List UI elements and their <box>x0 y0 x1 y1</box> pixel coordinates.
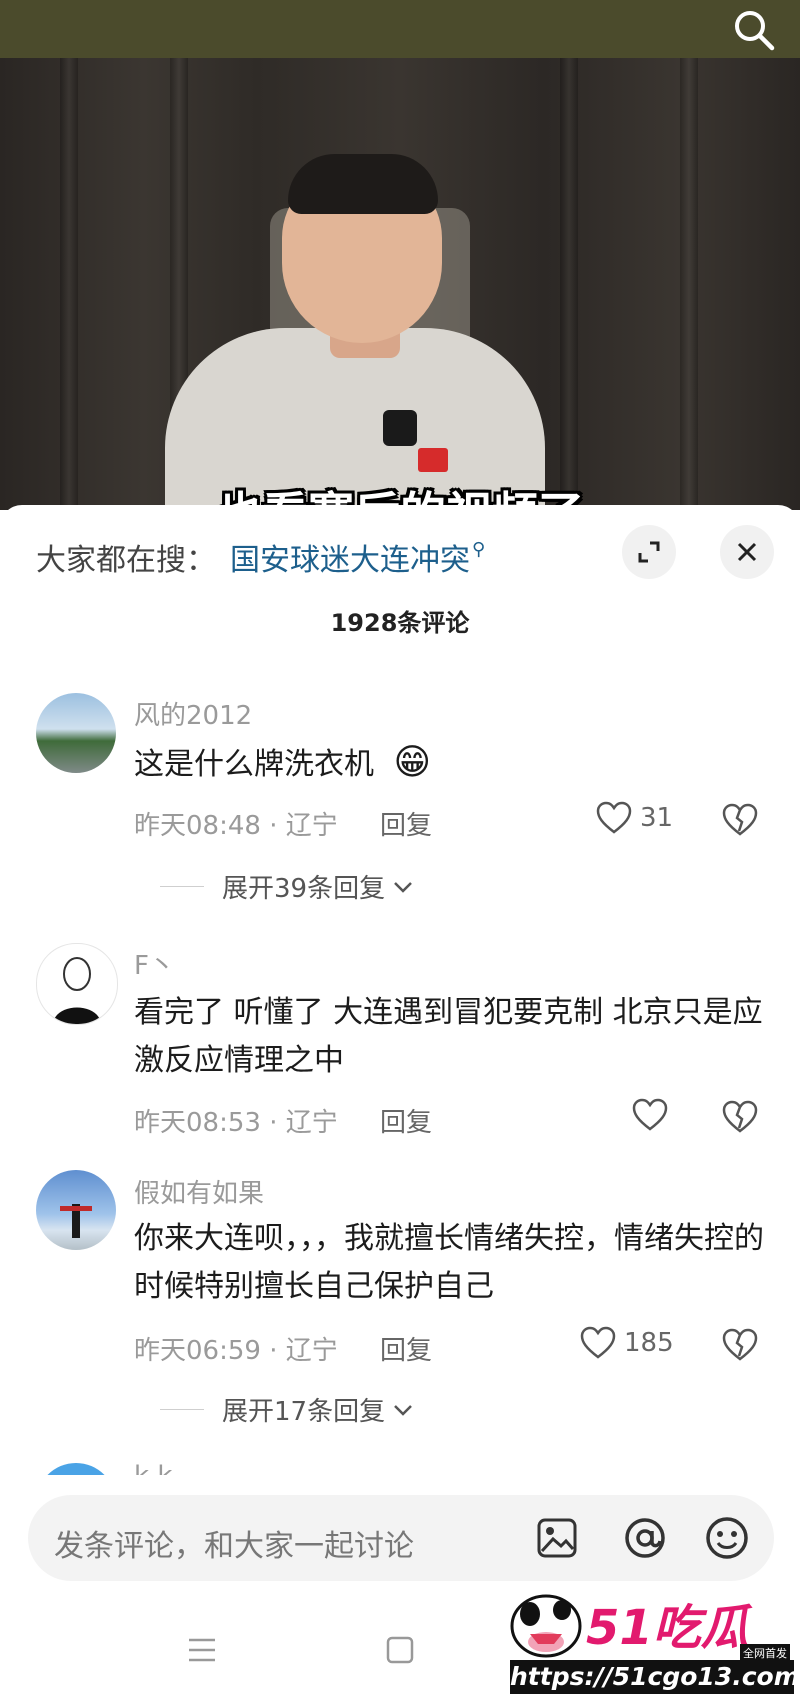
search-icon <box>735 11 775 51</box>
trending-term[interactable]: 国安球迷大连冲突 <box>230 535 470 579</box>
trending-search[interactable]: 大家都在搜： 国安球迷大连冲突 ⚲ <box>36 535 485 579</box>
watermark-brand: 51吃瓜 <box>586 1600 749 1656</box>
avatar[interactable] <box>36 943 118 1025</box>
avatar[interactable] <box>36 1463 116 1475</box>
username[interactable]: 风的2012 <box>134 695 252 732</box>
like-count: 185 <box>624 1328 674 1358</box>
menu-icon <box>189 1638 215 1662</box>
cow-mascot-icon <box>510 1594 582 1658</box>
like-button[interactable]: 31 <box>596 801 673 835</box>
at-sign-icon <box>625 1518 665 1558</box>
menu-nav-button[interactable] <box>182 1630 222 1670</box>
grin-emoji-icon: 😁 <box>393 742 432 783</box>
expand-button[interactable] <box>622 525 676 579</box>
like-button[interactable] <box>632 1098 668 1132</box>
reply-button[interactable]: 回复 <box>380 1102 432 1139</box>
broken-heart-icon <box>722 1328 758 1361</box>
emoji-button[interactable] <box>702 1513 752 1563</box>
home-nav-button[interactable] <box>380 1630 420 1670</box>
expand-icon <box>638 541 660 563</box>
dislike-button[interactable] <box>722 1100 758 1138</box>
comment-input[interactable]: 发条评论，和大家一起讨论 <box>28 1495 774 1581</box>
heart-icon <box>580 1326 616 1359</box>
broken-heart-icon <box>722 803 758 836</box>
small-search-icon: ⚲ <box>472 538 486 560</box>
comment-meta: 昨天08:53 · 辽宁 <box>134 1108 338 1138</box>
like-count: 31 <box>640 803 674 833</box>
username[interactable]: F丶 <box>134 945 175 982</box>
dislike-button[interactable] <box>722 803 758 841</box>
reply-button[interactable]: 回复 <box>380 1330 432 1367</box>
heart-icon <box>632 1098 668 1131</box>
video-player[interactable]: 也看赛后的视频了 <box>0 58 800 510</box>
square-icon <box>386 1636 414 1664</box>
lapel-mic <box>383 410 417 446</box>
chevron-down-icon <box>394 881 412 893</box>
close-icon <box>737 542 757 562</box>
chevron-down-icon <box>394 1404 412 1416</box>
top-bar <box>0 0 800 58</box>
dislike-button[interactable] <box>722 1328 758 1366</box>
like-button[interactable]: 185 <box>580 1326 674 1360</box>
comment-meta: 昨天06:59 · 辽宁 <box>134 1336 338 1366</box>
image-button[interactable] <box>532 1513 582 1563</box>
image-icon <box>537 1518 577 1558</box>
heart-icon <box>596 801 632 834</box>
comment-text: 这是什么牌洗衣机 😁 <box>134 742 432 783</box>
watermark: 51吃瓜 全网首发 https://51cgo13.com <box>500 1580 800 1698</box>
flag-pin <box>418 448 448 472</box>
username[interactable]: k k <box>134 1461 172 1475</box>
username[interactable]: 假如有如果 <box>134 1173 264 1210</box>
avatar[interactable] <box>36 1170 116 1250</box>
comment-text: 看完了 听懂了 大连遇到冒犯要克制 北京只是应激反应情理之中 <box>134 995 763 1078</box>
reply-button[interactable]: 回复 <box>380 805 432 842</box>
expand-replies[interactable]: 展开17条回复 <box>160 1391 415 1428</box>
comment-input-placeholder: 发条评论，和大家一起讨论 <box>54 1529 414 1564</box>
mention-button[interactable] <box>620 1513 670 1563</box>
trending-label: 大家都在搜： <box>36 543 216 578</box>
comment-item: k k <box>0 1455 800 1475</box>
expand-replies[interactable]: 展开39条回复 <box>160 868 415 905</box>
comment-text: 你来大连呗，，，我就擅长情绪失控，情绪失控的时候特别擅长自己保护自己 <box>134 1221 764 1304</box>
watermark-url: https://51cgo13.com <box>510 1660 800 1694</box>
comment-count: 1928条评论 <box>330 609 470 637</box>
comment-meta: 昨天08:48 · 辽宁 <box>134 811 338 841</box>
search-button[interactable] <box>730 6 778 54</box>
smile-icon <box>706 1517 748 1559</box>
broken-heart-icon <box>722 1100 758 1133</box>
avatar[interactable] <box>36 693 116 773</box>
close-button[interactable] <box>720 525 774 579</box>
